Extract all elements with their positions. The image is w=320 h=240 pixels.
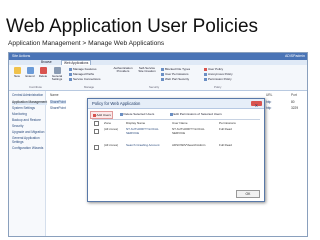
row-2-display-name[interactable]: Search Crawling Account [126,143,168,148]
edit-permissions-label: Edit Permissions of Selected Users [173,112,222,116]
close-button[interactable]: X [251,100,262,108]
manage-features-label: Manage Features [73,67,97,71]
row-1-checkbox[interactable] [94,129,99,134]
nav-system-settings[interactable]: System Settings [12,106,35,111]
header-user-name[interactable]: User Name [172,121,188,125]
user-menu[interactable]: AD\SPadmin [285,54,305,58]
general-settings-label: General Settings [51,74,63,82]
row-1-permissions: Full Read [219,127,232,131]
user-permissions-button[interactable]: User Permissions [161,72,189,76]
column-port-header[interactable]: Port [291,93,297,97]
close-icon: X [255,102,258,108]
anonymous-policy-label: Anonymous Policy [208,72,233,76]
select-all-checkbox[interactable] [94,121,99,126]
delete-button[interactable]: Delete [37,67,49,78]
user-permissions-label: User Permissions [165,72,189,76]
new-label: New [14,74,20,78]
header-permissions[interactable]: Permissions [219,121,236,125]
managed-paths-button[interactable]: Managed Paths [69,72,94,76]
group-label-policy: Policy [214,85,222,89]
service-connections-button[interactable]: Service Connections [69,77,101,81]
add-users-icon [92,113,96,117]
permission-policy-button[interactable]: Permission Policy [204,77,232,81]
nav-configuration-wizards[interactable]: Configuration Wizards [12,146,43,151]
group-label-manage: Manage [84,85,95,89]
authentication-providers-button[interactable]: Authentication Providers [112,66,134,74]
left-navigation: Central Administration Application Manag… [9,91,48,236]
row-2-checkbox[interactable] [94,145,99,150]
permission-policy-label: Permission Policy [208,77,232,81]
row-1-display-name[interactable]: NT AUTHORITY\LOCAL SERVICE [126,127,168,135]
web-part-security-button[interactable]: Web Part Security [161,77,189,81]
row-1-user-name: NT AUTHORITY\LOCAL SERVICE [172,127,205,135]
new-button[interactable]: New [11,67,23,78]
manage-features-button[interactable]: Manage Features [69,67,97,71]
general-settings-button[interactable]: General Settings [50,67,64,81]
group-label-security: Security [149,85,160,89]
user-policy-button[interactable]: User Policy [204,67,223,71]
row-1-zone: (All zones) [104,127,119,131]
nav-application-management[interactable]: Application Management [12,100,48,105]
header-display-name[interactable]: Display Name [126,121,145,125]
column-name-header[interactable]: Name [50,93,59,97]
managed-paths-label: Managed Paths [73,72,95,76]
header-zone[interactable]: Zone [104,121,111,125]
row-2-permissions: Full Read [219,143,232,147]
list-row-1[interactable]: SharePoint [50,100,66,104]
row-2-zone: (All zones) [104,143,119,147]
delete-users-icon [119,112,123,116]
delete-label: Delete [38,74,48,78]
ok-button[interactable]: OK [236,190,260,198]
delete-selected-users-label: Delete Selected Users [123,112,155,116]
nav-monitoring[interactable]: Monitoring [12,112,27,117]
blocked-file-types-button[interactable]: Blocked File Types [161,67,190,71]
new-icon [13,67,21,74]
extend-label: Extend [25,74,35,78]
list-row-1-port: 80 [291,100,295,104]
list-row-2-port: 3229 [291,106,299,110]
column-url-header[interactable]: URL [266,93,272,97]
user-policy-label: User Policy [208,67,224,71]
divider [92,119,260,120]
screenshot-frame: Site Actions AD\SPadmin Browse Web Appli… [8,52,308,237]
nav-central-administration[interactable]: Central Administration [12,93,43,98]
policy-dialog: Policy for Web Application X Add Users D… [87,98,265,202]
service-connections-label: Service Connections [73,77,101,81]
list-row-2[interactable]: SharePoint [50,106,66,110]
nav-security[interactable]: Security [12,124,24,129]
self-service-label: Self-Service Site Creation [138,66,156,74]
row-2-user-name: ADSOSRV\SearchAdmin [172,143,206,147]
delete-icon [39,67,47,74]
edit-permissions-button[interactable]: Edit Permissions of Selected Users [168,111,223,117]
dialog-toolbar: Add Users Delete Selected Users Edit Per… [90,111,260,119]
settings-icon [53,67,61,74]
site-actions-menu[interactable]: Site Actions [12,54,30,58]
extend-button[interactable]: Extend [24,67,36,78]
dialog-title-bar: Policy for Web Application X [88,99,264,109]
top-bar: Site Actions AD\SPadmin [9,53,307,60]
delete-selected-users-button[interactable]: Delete Selected Users [118,111,156,117]
list-row-2-url[interactable]: http [266,106,271,110]
blocked-file-types-label: Blocked File Types [165,67,191,71]
add-users-button[interactable]: Add Users [90,111,114,119]
extend-icon [26,67,34,74]
slide-title: Web Application User Policies [6,16,259,37]
dialog-title: Policy for Web Application [92,101,141,106]
slide-subtitle: Application Management > Manage Web Appl… [8,40,165,47]
nav-backup-restore[interactable]: Backup and Restore [12,118,41,123]
web-part-security-label: Web Part Security [165,77,190,81]
nav-upgrade-migration[interactable]: Upgrade and Migration [12,130,44,135]
ribbon: New Extend Delete General Settings Manag… [9,65,307,91]
nav-general-app-settings[interactable]: General Application Settings [12,136,44,144]
self-service-button[interactable]: Self-Service Site Creation [136,66,158,74]
authentication-providers-label: Authentication Providers [113,66,133,74]
add-users-label: Add Users [96,113,111,117]
anonymous-policy-button[interactable]: Anonymous Policy [204,72,233,76]
list-row-1-url[interactable]: http [266,100,271,104]
group-label-contribute: Contribute [29,85,42,89]
edit-permissions-icon [169,112,173,116]
